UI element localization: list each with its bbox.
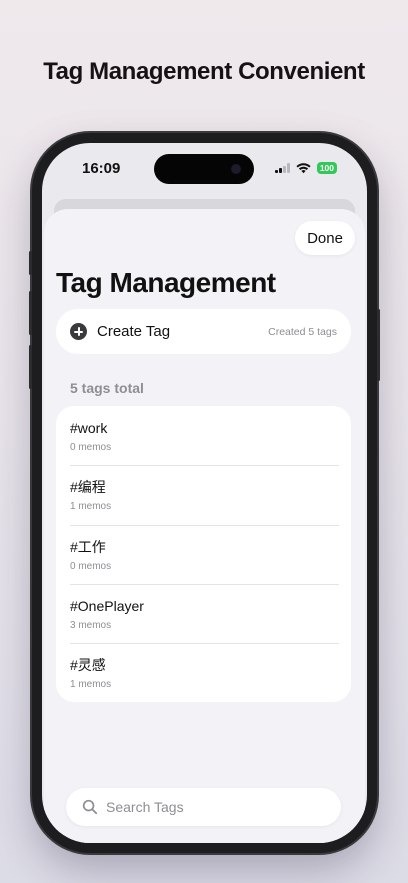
volume-up-button [29,291,32,335]
tags-section-header: 5 tags total [70,380,144,396]
dynamic-island [154,154,254,184]
search-bar[interactable] [66,788,341,826]
wifi-icon [296,162,311,173]
camera-icon [231,164,241,174]
tag-name: #工作 [70,538,106,555]
create-tag-button[interactable]: Create Tag Created 5 tags [56,309,351,354]
tag-name: #OnePlayer [70,597,144,614]
created-count-label: Created 5 tags [268,325,337,338]
tag-name: #work [70,420,108,436]
tag-memo-count: 1 memos [70,501,112,513]
phone-screen: 16:09 100 Done Tag Management Create Tag… [42,143,367,843]
tag-management-sheet: Done Tag Management Create Tag Created 5… [44,209,365,843]
tag-memo-count: 0 memos [70,560,112,572]
tag-row-oneplayer[interactable]: #OnePlayer 3 memos [56,583,351,643]
cellular-signal-icon [274,163,290,173]
phone-frame: 16:09 100 Done Tag Management Create Tag… [29,133,380,853]
marketing-headline: Tag Management Convenient [43,58,365,85]
tag-memo-count: 1 memos [70,679,112,691]
tag-row-job[interactable]: #工作 0 memos [56,524,351,584]
tag-name: #编程 [70,479,106,496]
tag-row-programming[interactable]: #编程 1 memos [56,465,351,524]
tag-row-work[interactable]: #work 0 memos [56,406,351,465]
tag-list: #work 0 memos #编程 1 memos #工作 0 memos #O… [56,406,351,703]
status-bar: 16:09 100 [42,143,367,199]
tag-row-inspiration[interactable]: #灵感 1 memos [56,643,351,702]
tag-name: #灵感 [70,657,106,674]
create-tag-label: Create Tag [97,323,171,340]
plus-circle-icon [70,323,87,340]
tag-memo-count: 0 memos [70,442,112,453]
action-button [29,251,32,275]
page-title: Tag Management [56,267,276,298]
magnifying-glass-icon [82,799,98,815]
search-input[interactable] [106,799,306,815]
status-icons: 100 [274,162,337,174]
status-time: 16:09 [82,160,121,177]
power-button [377,309,380,381]
done-button[interactable]: Done [295,221,355,255]
battery-icon: 100 [316,162,337,174]
volume-down-button [29,345,32,389]
tag-memo-count: 3 memos [70,619,112,631]
